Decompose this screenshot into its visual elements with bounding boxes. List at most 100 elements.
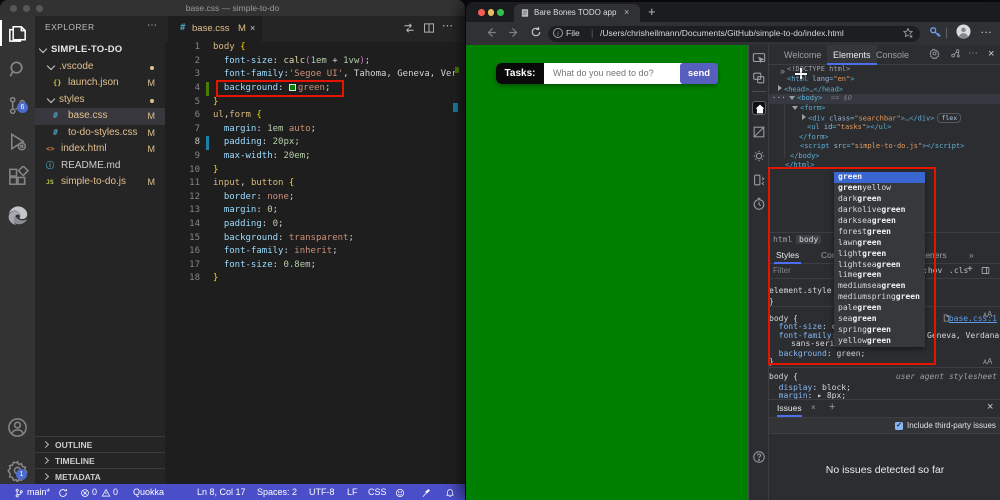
accounts-icon[interactable] — [6, 416, 29, 439]
layers-icon[interactable] — [752, 173, 766, 187]
cls-toggle[interactable]: .cls — [949, 266, 968, 275]
forward-icon[interactable] — [508, 26, 521, 42]
dom-node[interactable]: </body> — [769, 152, 1000, 162]
dom-node[interactable]: <head>…</head> — [769, 85, 1000, 95]
section-outline[interactable]: OUTLINE — [35, 436, 165, 452]
new-tab-icon[interactable]: + — [648, 4, 656, 19]
drawer-close-icon[interactable]: × — [987, 401, 993, 413]
tab-close-icon[interactable]: × — [250, 23, 255, 33]
tree-item-simple-to-do-js[interactable]: JSsimple-to-do.jsM — [35, 174, 165, 191]
expand-arrow-right-icon[interactable] — [802, 114, 806, 120]
open-changes-icon[interactable] — [403, 21, 415, 39]
toolbar-separator: | — [945, 25, 948, 39]
eol[interactable]: LF — [347, 484, 358, 500]
favorites-star-icon[interactable] — [902, 27, 914, 42]
drawer-add-tab-icon[interactable]: + — [829, 401, 835, 413]
feedback-smiley-icon[interactable] — [395, 487, 405, 500]
flex-badge[interactable]: flex — [937, 113, 961, 123]
browser-tab-close-icon[interactable]: × — [624, 7, 629, 17]
editor-more-icon[interactable]: ⋯ — [442, 19, 454, 32]
errors-count[interactable]: 0 — [92, 484, 97, 500]
tree-item-readme-md[interactable]: ⓘREADME.md — [35, 158, 165, 175]
search-icon[interactable] — [6, 58, 29, 81]
run-debug-icon[interactable] — [6, 130, 29, 153]
reload-icon[interactable] — [530, 26, 542, 41]
cursor-position[interactable]: Ln 8, Col 17 — [197, 484, 246, 500]
tree-item-styles[interactable]: styles — [35, 92, 165, 109]
errors-icon[interactable] — [80, 487, 90, 500]
text-token: form — [229, 110, 251, 120]
page-info-icon[interactable]: i — [553, 28, 563, 38]
code-area[interactable]: 1body {2 font-size: calc(1em + 1vw);3 fo… — [165, 42, 465, 484]
explorer-more-icon[interactable]: ⋯ — [147, 20, 158, 31]
quokka-status[interactable]: Quokka — [133, 484, 164, 500]
browser-minimize-icon[interactable] — [488, 9, 495, 16]
password-key-icon[interactable] — [928, 25, 942, 42]
profile-avatar[interactable] — [956, 24, 971, 42]
dom-node[interactable]: <html lang="en"> — [769, 75, 1000, 85]
notifications-bell-icon[interactable] — [445, 487, 455, 500]
drawer-tab-close-icon[interactable]: × — [811, 403, 816, 412]
quokka-flag-icon[interactable] — [421, 487, 431, 500]
new-style-rule-icon[interactable]: + — [967, 264, 973, 275]
expand-arrow-down-icon[interactable] — [792, 106, 798, 110]
sync-icon[interactable] — [58, 487, 68, 500]
devtools-dock-icon[interactable] — [950, 48, 961, 61]
home-icon[interactable] — [752, 101, 766, 115]
font-editor-icon[interactable]: ᴀA — [983, 310, 992, 319]
dom-node[interactable]: ···<body> == $0 — [769, 94, 1000, 104]
browser-tab[interactable]: Bare Bones TODO app × — [514, 4, 640, 22]
back-icon[interactable] — [484, 26, 497, 42]
explorer-icon[interactable] — [6, 22, 29, 45]
tree-item-index-html[interactable]: <>index.htmlM — [35, 141, 165, 158]
encoding[interactable]: UTF-8 — [309, 484, 335, 500]
devtools-tab-elements[interactable]: Elements — [827, 45, 877, 65]
tree-item-to-do-styles-css[interactable]: #to-do-styles.cssM — [35, 125, 165, 142]
branch-name[interactable]: main* — [27, 484, 50, 500]
dom-node[interactable]: <form> — [769, 104, 1000, 114]
toggle-panel-icon[interactable] — [981, 266, 990, 277]
text-token: == $0 — [822, 94, 852, 102]
font-editor-icon[interactable]: ᴀA — [983, 357, 992, 366]
expand-arrow-right-icon[interactable] — [778, 85, 782, 91]
browser-menu-icon[interactable]: … — [980, 22, 993, 36]
css-overview-icon[interactable] — [752, 125, 766, 139]
tree-item-launch-json[interactable]: {}launch.jsonM — [35, 75, 165, 92]
section-metadata[interactable]: METADATA — [35, 468, 165, 484]
tree-item-base-css[interactable]: #base.cssM — [35, 108, 165, 125]
rendering-icon[interactable] — [752, 149, 766, 163]
language-mode[interactable]: CSS — [368, 484, 387, 500]
warnings-count[interactable]: 0 — [113, 484, 118, 500]
tab-base-css[interactable]: # base.css M × — [168, 16, 262, 42]
warnings-icon[interactable] — [101, 487, 111, 500]
split-editor-icon[interactable] — [423, 21, 435, 39]
performance-clock-icon[interactable] — [752, 197, 766, 211]
device-emulation-icon[interactable] — [752, 71, 766, 85]
help-icon[interactable] — [752, 450, 766, 464]
section-timeline[interactable]: TIMELINE — [35, 452, 165, 468]
expand-arrow-down-icon[interactable] — [789, 96, 795, 100]
inspect-element-icon[interactable] — [752, 51, 766, 65]
tree-item-simple-to-do[interactable]: SIMPLE-TO-DO — [35, 42, 165, 59]
dom-node[interactable]: <script src="simple-to-do.js"></script> — [769, 142, 1000, 152]
browser-close-icon[interactable] — [478, 9, 485, 16]
devtools-close-icon[interactable]: × — [988, 48, 994, 60]
edge-tools-icon[interactable] — [6, 204, 29, 227]
devtools-settings-gear-icon[interactable] — [929, 48, 940, 61]
dom-node[interactable]: </form> — [769, 133, 1000, 143]
indentation[interactable]: Spaces: 2 — [257, 484, 297, 500]
browser-zoom-icon[interactable] — [497, 9, 504, 16]
devtools-more-icon[interactable]: ⋯ — [968, 48, 979, 59]
send-button[interactable]: send — [680, 63, 718, 84]
third-party-checkbox[interactable]: ✓ — [895, 422, 903, 430]
todo-input[interactable]: What do you need to do? — [544, 63, 680, 84]
dom-node[interactable]: <div class="searchbar">…</div>flex — [769, 113, 1000, 123]
devtools-tab-console[interactable]: Console — [876, 45, 909, 65]
dom-node[interactable]: <ul id="tasks"></ul> — [769, 123, 1000, 133]
styles-tabs-more-icon[interactable]: » — [969, 247, 974, 264]
devtools-tab-welcome[interactable]: Welcome — [784, 45, 821, 65]
tree-item--vscode[interactable]: .vscode — [35, 59, 165, 76]
address-bar[interactable]: i File | /Users/chrisheilmann/Documents/… — [548, 26, 920, 42]
drawer-tab-issues[interactable]: Issues — [777, 403, 802, 413]
extensions-icon[interactable] — [6, 166, 29, 189]
